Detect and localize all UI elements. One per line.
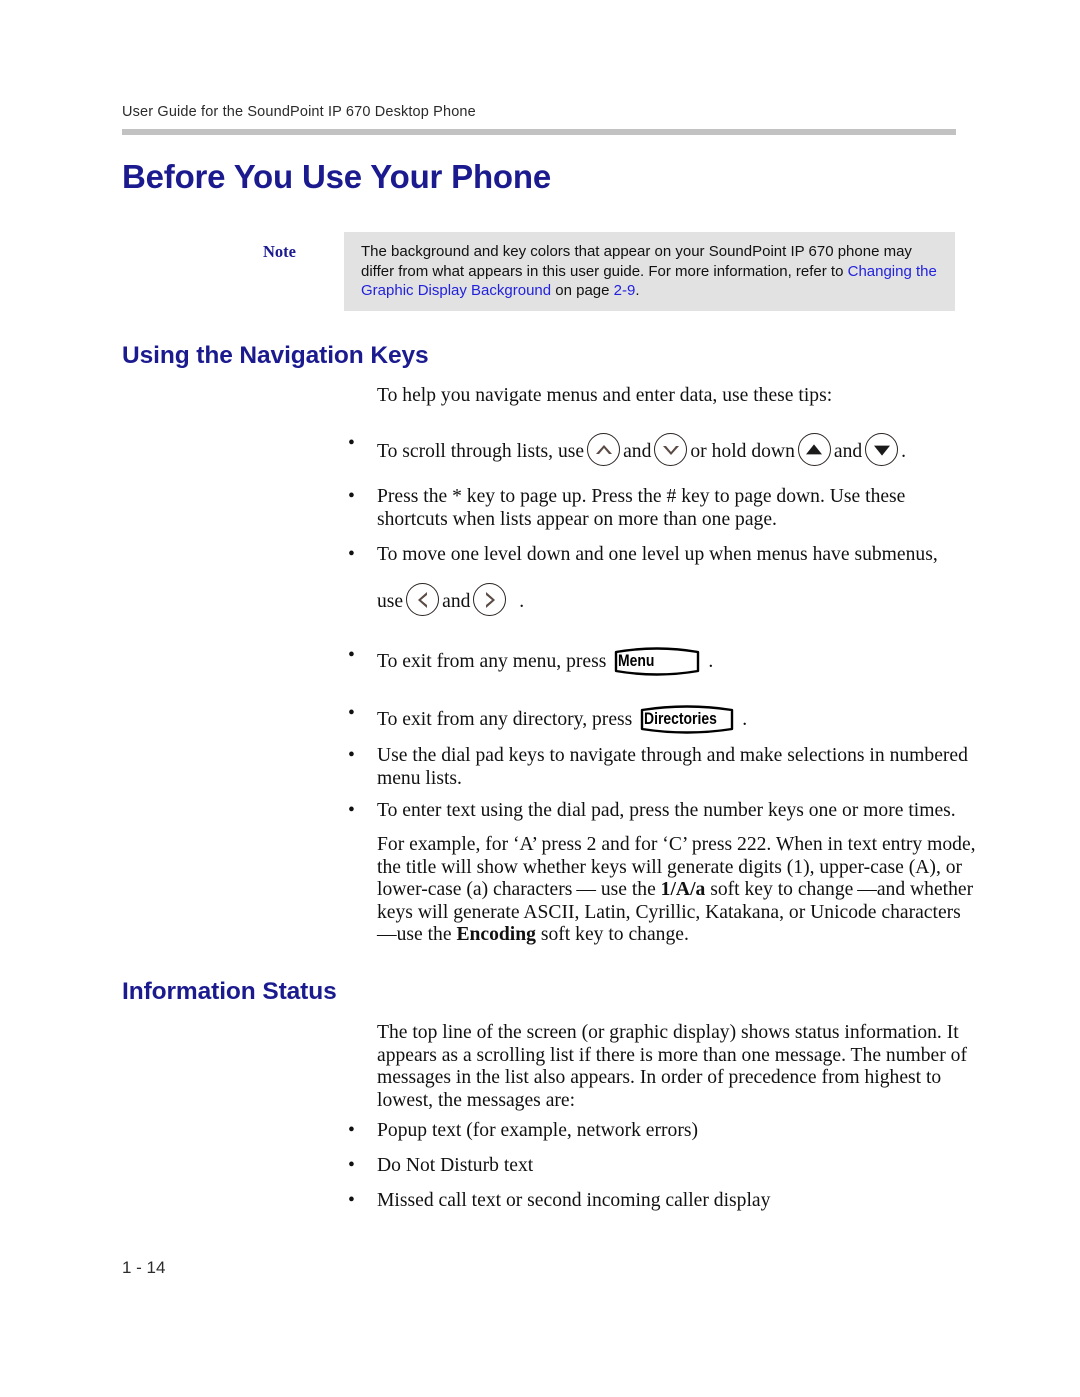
bullet-marker: • [348,486,355,507]
note-text: The background and key colors that appea… [361,242,944,301]
section-heading-information-status: Information Status [122,978,337,1005]
bullet-content: Popup text (for example, network errors) [377,1120,699,1141]
note-text-part3: . [635,282,640,299]
bullet-line-1: Use the dial pad keys to navigate throug… [377,745,885,766]
bullet-text-after: . [742,709,748,730]
arrow-up-solid-icon[interactable] [797,433,831,466]
bullet-marker: • [348,703,355,724]
document-page: User Guide for the SoundPoint IP 670 Des… [0,0,1080,1397]
section-heading-using-the-navigation-keys: Using the Navigation Keys [122,342,429,369]
note-text-part2: on page [551,282,614,299]
bullet-content: To scroll through lists, use and or hold d… [377,433,906,466]
bullet-and-2: and [833,441,863,462]
bullet-marker: • [348,645,355,666]
bullet-marker: • [348,1155,355,1176]
text-entry-part-3: soft key to change. [535,924,689,946]
soft-key-encoding-label: Encoding [456,924,536,946]
arrow-left-hollow-icon[interactable] [406,583,440,616]
bullet-content: Press the * key to page up. Press the # … [377,486,977,531]
bullet-marker: • [348,1190,355,1211]
page-number: 1 - 14 [122,1258,166,1277]
bullet-text-middle: or hold down [690,441,795,462]
header-rule [122,129,956,135]
note-box: The background and key colors that appea… [344,232,955,311]
bullet-content: Missed call text or second incoming call… [377,1190,771,1211]
section-intro-information-status: The top line of the screen (or graphic d… [377,1022,967,1111]
bullet-content: To exit from any directory, press Direct… [377,703,747,736]
bullet-marker: • [348,1120,355,1141]
bullet-content: Use the dial pad keys to navigate throug… [377,745,977,790]
bullet-content: use and . [377,583,524,616]
menu-hardkey-label: Menu [618,651,655,670]
note-page-reference[interactable]: 2-9 [614,282,636,299]
bullet-line-1: To move one level down and one level up … [377,544,938,565]
bullet-text-before: To scroll through lists, use [377,441,585,462]
bullet-and-1: and [623,441,652,462]
note-label: Note [263,242,296,261]
bullet-line-2: shortcuts when lists appear on more than… [377,508,777,530]
arrow-down-solid-icon[interactable] [865,433,899,466]
section-intro-navigation: To help you navigate menus and enter dat… [377,385,833,406]
page-title: Before You Use Your Phone [122,158,551,195]
and-label: and [442,591,471,612]
bullet-text-after: . [519,591,525,612]
bullet-text-after: . [901,441,907,462]
bullet-text-after: . [708,651,714,672]
bullet-marker: • [348,433,355,454]
text-entry-paragraph: For example, for ‘A’ press 2 and for ‘C’… [377,834,977,947]
bullet-content: To move one level down and one level up … [377,544,977,567]
bullet-marker: • [348,745,355,766]
running-header: User Guide for the SoundPoint IP 670 Des… [122,104,476,120]
arrow-right-hollow-icon[interactable] [473,583,507,616]
arrow-down-hollow-icon[interactable] [654,433,688,466]
directories-hardkey-label: Directories [644,709,718,728]
bullet-text-before: To exit from any directory, press [377,709,633,730]
bullet-content: To enter text using the dial pad, press … [377,800,977,823]
directories-hardkey[interactable]: Directories [637,703,737,736]
bullet-content: Do Not Disturb text [377,1155,534,1176]
soft-key-1-a-a-label: 1/A/a [660,879,706,901]
bullet-text-before: To exit from any menu, press [377,651,607,672]
bullet-marker: • [348,544,355,565]
menu-hardkey[interactable]: Menu [611,645,703,678]
bullet-line-1: Press the * key to page up. Press the # … [377,486,906,507]
bullet-line-1: To enter text using the dial pad, press … [377,800,956,821]
note-text-part1: The background and key colors that appea… [361,243,912,280]
use-label: use [377,591,404,612]
bullet-content: To exit from any menu, press Menu . [377,645,713,678]
bullet-marker: • [348,800,355,821]
arrow-up-hollow-icon[interactable] [587,433,621,466]
